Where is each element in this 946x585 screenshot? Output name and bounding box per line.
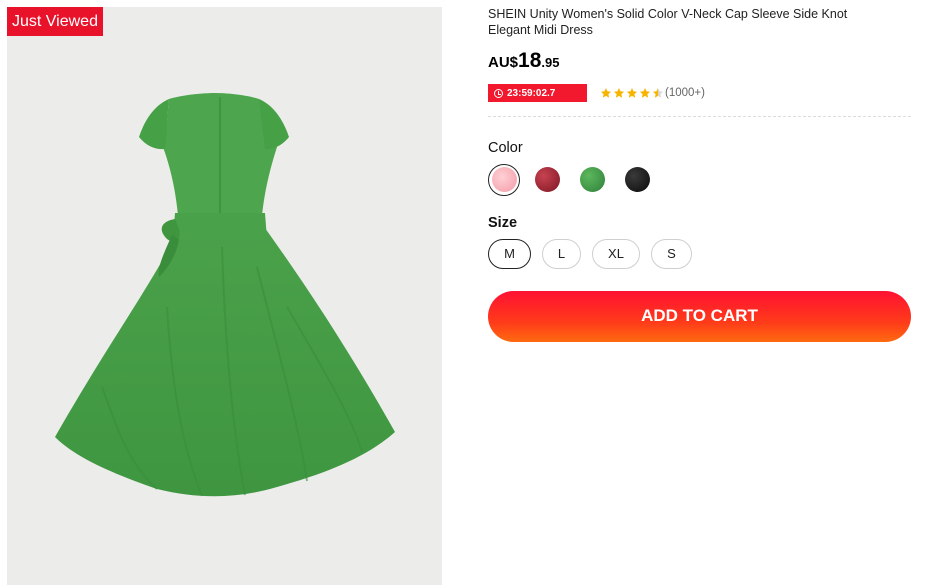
color-swatch-pink[interactable] — [488, 163, 520, 196]
price-whole: 18 — [518, 49, 542, 72]
price-decimal: .95 — [541, 55, 560, 70]
color-swatch-black[interactable] — [623, 165, 652, 194]
review-count[interactable]: (1000+) — [665, 87, 705, 99]
color-swatches — [488, 163, 911, 196]
star-icon — [600, 88, 612, 98]
color-label: Color — [488, 140, 523, 156]
product-image[interactable] — [7, 7, 442, 585]
meta-row: 23:59:02.7 (1000+) — [488, 84, 911, 102]
price: AU$18.95 — [488, 49, 911, 75]
star-icon — [626, 88, 638, 98]
rating[interactable]: (1000+) — [600, 87, 705, 99]
star-icon — [613, 88, 625, 98]
price-currency: AU$ — [488, 54, 519, 71]
size-label: Size — [488, 214, 518, 231]
divider — [488, 116, 911, 117]
color-swatch-dot — [491, 167, 517, 192]
clock-icon — [494, 88, 503, 98]
color-swatch-dot — [535, 167, 560, 192]
size-options: M L XL S — [488, 238, 911, 269]
size-option-s[interactable]: S — [651, 238, 692, 269]
add-to-cart-button[interactable]: ADD TO CART — [488, 290, 911, 342]
color-swatch-dot — [625, 167, 650, 192]
star-icon — [639, 88, 651, 98]
just-viewed-badge: Just Viewed — [7, 7, 103, 36]
size-option-xl[interactable]: XL — [592, 238, 640, 269]
timer-text: 23:59:02.7 — [507, 87, 556, 99]
product-image-panel[interactable]: Just Viewed — [7, 7, 442, 585]
size-option-m[interactable]: M — [488, 238, 531, 269]
color-swatch-burgundy[interactable] — [533, 165, 562, 194]
half-star-icon — [652, 88, 664, 98]
product-title[interactable]: SHEIN Unity Women's Solid Color V-Neck C… — [488, 7, 883, 38]
size-option-l[interactable]: L — [542, 238, 581, 269]
product-info: SHEIN Unity Women's Solid Color V-Neck C… — [488, 7, 911, 342]
color-swatch-green[interactable] — [578, 165, 607, 194]
countdown-timer: 23:59:02.7 — [488, 84, 587, 102]
color-swatch-dot — [580, 167, 605, 192]
rating-stars — [600, 87, 664, 99]
